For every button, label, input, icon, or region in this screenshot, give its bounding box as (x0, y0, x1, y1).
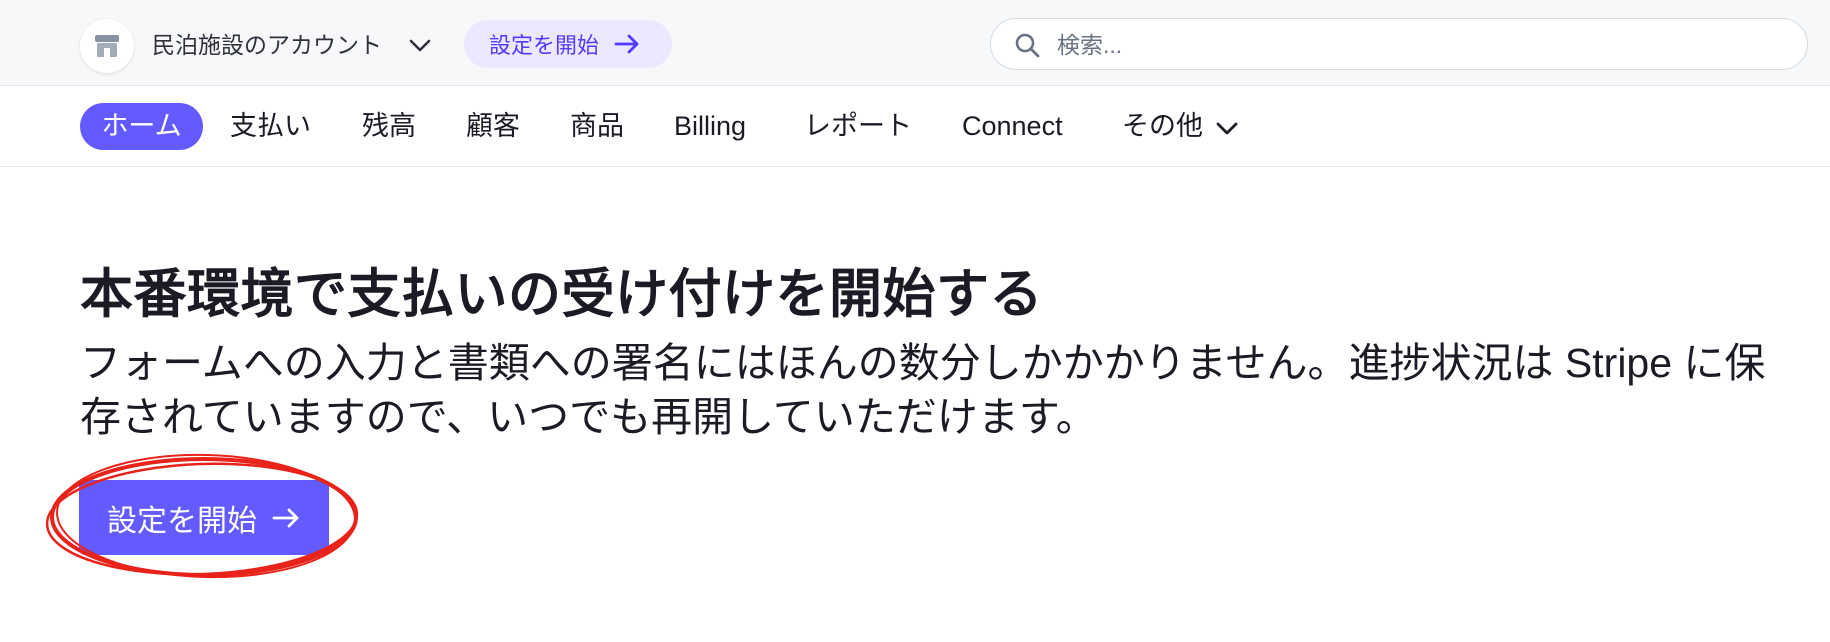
page-title: 本番環境で支払いの受け付けを開始する (80, 265, 1043, 324)
nav-products[interactable]: 商品 (570, 103, 624, 150)
nav-customers[interactable]: 顧客 (466, 103, 520, 150)
chevron-down-icon[interactable] (407, 34, 433, 56)
nav-more-label: その他 (1122, 111, 1203, 141)
nav-home[interactable]: ホーム (80, 103, 203, 150)
nav-connect[interactable]: Connect (962, 103, 1063, 150)
arrow-right-icon (272, 508, 299, 527)
top-bar: 民泊施設のアカウント 設定を開始 (0, 0, 1830, 86)
nav-balances[interactable]: 残高 (362, 103, 416, 150)
chevron-down-icon (1216, 122, 1238, 135)
arrow-right-icon (614, 34, 639, 54)
nav-more[interactable]: その他 (1122, 103, 1241, 150)
start-setup-button[interactable]: 設定を開始 (79, 480, 329, 555)
search-input[interactable] (1055, 27, 1779, 63)
search-icon (1015, 33, 1040, 58)
page-description: フォームへの入力と書類への署名にはほんの数分しかかかりません。進捗状況は Str… (80, 340, 1766, 440)
nav-reports[interactable]: レポート (804, 103, 912, 150)
nav-billing[interactable]: Billing (674, 103, 746, 150)
start-setup-button-label: 設定を開始 (107, 504, 257, 538)
account-avatar[interactable] (80, 19, 134, 73)
nav-payments[interactable]: 支払い (230, 103, 311, 150)
search-box[interactable] (990, 18, 1808, 70)
setup-start-pill-button[interactable]: 設定を開始 (464, 20, 672, 68)
store-icon (95, 35, 119, 57)
setup-start-pill-label: 設定を開始 (489, 33, 600, 58)
main-nav: ホーム 支払い 残高 顧客 商品 Billing レポート Connect その… (0, 86, 1830, 167)
account-name[interactable]: 民泊施設のアカウント (152, 28, 382, 62)
